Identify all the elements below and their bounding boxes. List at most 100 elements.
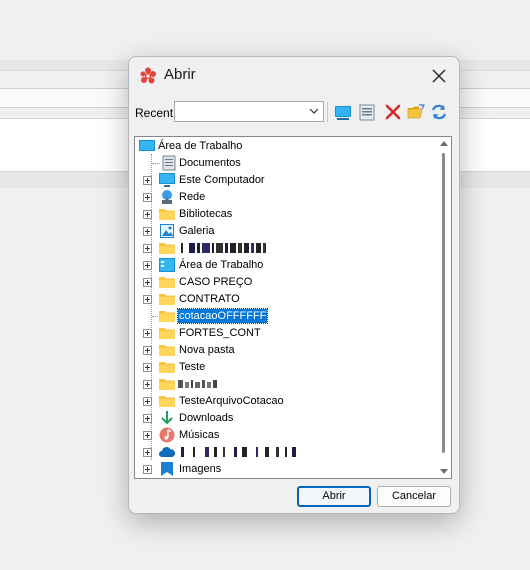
expand-toggle[interactable] [143, 227, 152, 236]
tree-item-documentos[interactable]: Documentos [135, 155, 440, 172]
tree-item-cotacao-selected[interactable]: cotacaoOFFFFFF [135, 308, 440, 325]
tree-item-rede[interactable]: Rede [135, 189, 440, 206]
expand-toggle[interactable] [143, 295, 152, 304]
folder-icon [159, 396, 175, 407]
expand-toggle[interactable] [143, 176, 152, 185]
chevron-down-icon[interactable] [309, 106, 319, 116]
tree-item-label: FORTES_CONT [179, 327, 261, 339]
desktop-icon[interactable] [333, 102, 353, 122]
expand-toggle[interactable] [143, 278, 152, 287]
gallery-icon [160, 224, 174, 238]
expand-toggle[interactable] [143, 244, 152, 253]
redacted-label [181, 447, 296, 457]
tree-item-label: Documentos [179, 157, 241, 169]
open-button[interactable]: Abrir [297, 486, 371, 507]
tree-item-label: Imagens [179, 463, 222, 475]
expand-toggle[interactable] [143, 210, 152, 219]
folder-icon [159, 345, 175, 356]
cloud-icon [159, 447, 175, 457]
tree-item-label: Rede [179, 191, 206, 203]
pictures-icon [161, 462, 173, 476]
tree-item-bibliotecas[interactable]: Bibliotecas [135, 206, 440, 223]
tree-connector [152, 163, 160, 164]
scroll-down-icon[interactable] [440, 469, 448, 474]
network-icon [162, 190, 172, 204]
tree-item-label: cotacaoOFFFFFF [176, 308, 269, 324]
scroll-up-icon[interactable] [440, 141, 448, 146]
folder-icon [159, 379, 175, 390]
tree-item-fortes-cont[interactable]: FORTES_CONT [135, 325, 440, 342]
tree-item-redacted-cloud[interactable] [135, 444, 440, 461]
expand-toggle[interactable] [143, 397, 152, 406]
tree-item-label: Nova pasta [179, 344, 235, 356]
scroll-thumb[interactable] [442, 153, 445, 453]
refresh-icon[interactable] [429, 102, 449, 122]
cancel-button[interactable]: Cancelar [377, 486, 451, 507]
tree-item-downloads[interactable]: Downloads [135, 410, 440, 427]
recent-label: Recent: [135, 106, 177, 120]
tree-item-teste-arquivo-cotacao[interactable]: TesteArquivoCotacao [135, 393, 440, 410]
expand-toggle[interactable] [143, 465, 152, 474]
tree-item-label: Bibliotecas [179, 208, 233, 220]
expand-toggle[interactable] [143, 346, 152, 355]
computer-icon [159, 173, 175, 187]
expand-toggle[interactable] [143, 431, 152, 440]
redacted-label [181, 243, 266, 253]
folder-icon [159, 209, 175, 220]
details-view-icon[interactable] [357, 102, 377, 122]
dialog-title: Abrir [164, 66, 196, 83]
tree-item-label: Galeria [179, 225, 215, 237]
document-icon [162, 155, 176, 171]
dialog-toolbar: Recent: [129, 100, 459, 126]
folder-icon [159, 362, 175, 373]
expand-toggle[interactable] [143, 193, 152, 202]
folder-icon [159, 277, 175, 288]
tree-item-galeria[interactable]: Galeria [135, 223, 440, 240]
open-folder-icon[interactable] [406, 102, 426, 122]
tree-root[interactable]: Área de Trabalho [135, 138, 440, 155]
dialog-titlebar[interactable]: Abrir [129, 57, 459, 95]
folder-tree[interactable]: Área de Trabalho Documentos Este Computa… [134, 136, 452, 479]
tree-scrollbar[interactable] [438, 139, 450, 476]
tree-item-label: Músicas [179, 429, 220, 441]
desktop-icon [139, 140, 155, 151]
tree-item-imagens[interactable]: Imagens [135, 461, 440, 478]
expand-toggle[interactable] [143, 448, 152, 457]
tree-item-label: CONTRATO [179, 293, 240, 305]
tree-item-label: TesteArquivoCotacao [179, 395, 284, 407]
tree-item-label: Teste [179, 361, 206, 373]
recent-combobox[interactable] [174, 101, 324, 122]
desktop-icon [159, 258, 175, 272]
folder-icon [159, 294, 175, 305]
tree-item-area-de-trabalho[interactable]: Área de Trabalho [135, 257, 440, 274]
tree-item-nova-pasta[interactable]: Nova pasta [135, 342, 440, 359]
folder-icon [159, 328, 175, 339]
folder-icon [159, 243, 175, 254]
delete-icon[interactable] [383, 102, 403, 122]
tree-item-musicas[interactable]: Músicas [135, 427, 440, 444]
tree-item-label: CASO PREÇO [179, 276, 253, 288]
tree-item-label: Este Computador [179, 174, 265, 186]
app-logo-icon [140, 67, 156, 84]
folder-icon [159, 311, 175, 322]
tree-item-contrato[interactable]: CONTRATO [135, 291, 440, 308]
tree-item-redacted-folder-2[interactable] [135, 376, 440, 393]
expand-toggle[interactable] [143, 414, 152, 423]
tree-item-redacted-folder[interactable] [135, 240, 440, 257]
tree-item-teste[interactable]: Teste [135, 359, 440, 376]
download-icon [161, 411, 173, 425]
close-icon[interactable] [429, 66, 449, 86]
toolbar-separator [327, 102, 328, 122]
tree-item-label: Downloads [179, 412, 234, 424]
expand-toggle[interactable] [143, 380, 152, 389]
expand-toggle[interactable] [143, 329, 152, 338]
tree-item-este-computador[interactable]: Este Computador [135, 172, 440, 189]
open-dialog: Abrir Recent: Área de Trabalho Documento… [128, 56, 460, 514]
music-icon [159, 427, 175, 443]
tree-root-label: Área de Trabalho [158, 140, 243, 152]
redacted-label [178, 380, 217, 388]
tree-item-caso-preco[interactable]: CASO PREÇO [135, 274, 440, 291]
expand-toggle[interactable] [143, 363, 152, 372]
tree-item-label: Área de Trabalho [179, 259, 264, 271]
expand-toggle[interactable] [143, 261, 152, 270]
